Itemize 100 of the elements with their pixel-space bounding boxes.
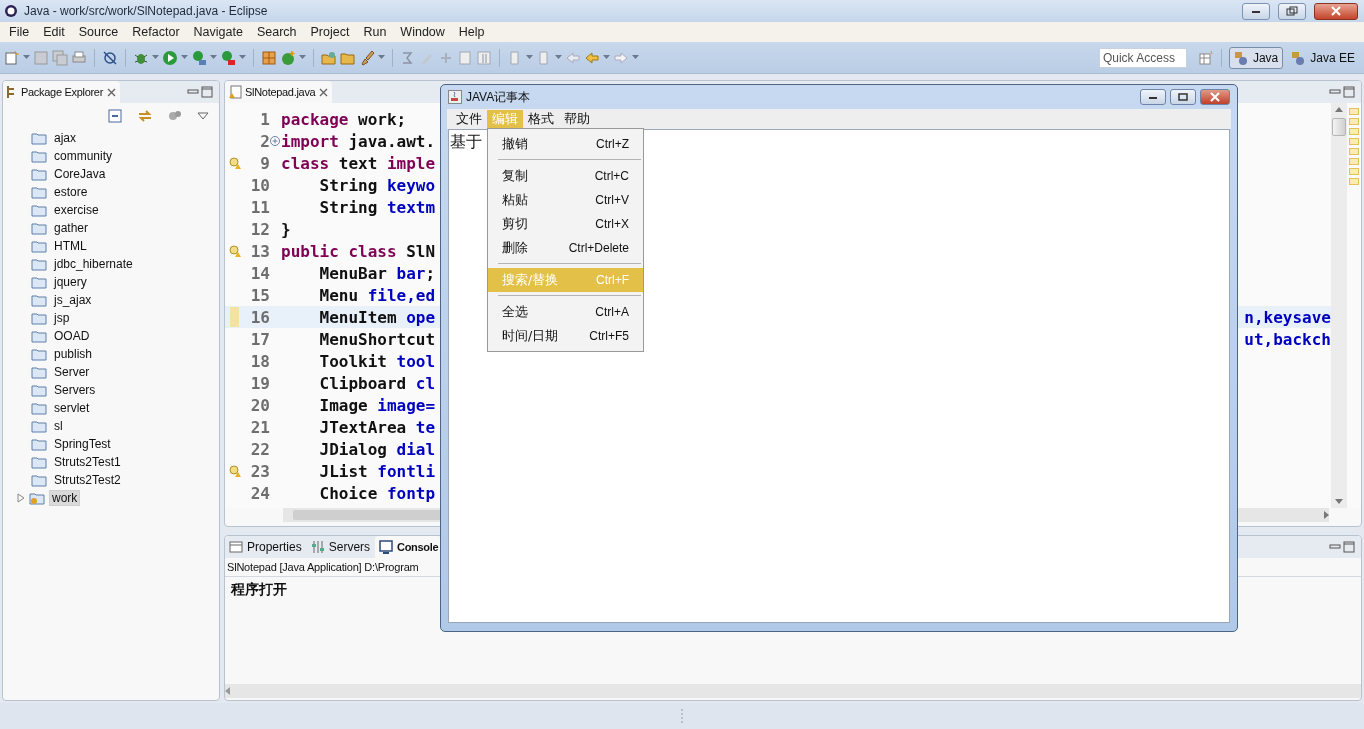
menu-item[interactable]: Window [393, 25, 452, 39]
menu-item[interactable]: 文件 [451, 110, 487, 128]
text-area[interactable]: 基于 撤销 Ctrl+Z 复制 Ctrl+C 粘贴 Ctrl+V 剪切 Ctrl+X 删除 Ctrl+Delete 搜索/替换 Ctrl+F 全选 Ctrl+A 时间/日期 Ctrl+F5 [448, 129, 1230, 623]
vertical-scrollbar[interactable] [1331, 103, 1347, 508]
paragraph-icon[interactable] [476, 49, 492, 66]
tree-item[interactable]: jdbc_hibernate [51, 256, 136, 272]
run-icon[interactable] [162, 49, 178, 66]
new-file-icon[interactable] [4, 49, 20, 66]
dropdown-caret-icon[interactable] [378, 55, 385, 60]
link-with-editor-icon[interactable] [137, 108, 153, 124]
perspective-button[interactable]: Java EE [1286, 46, 1360, 69]
overview-ruler-marker[interactable] [1349, 158, 1359, 165]
overview-ruler-marker[interactable] [1349, 108, 1359, 115]
overview-ruler-marker[interactable] [1349, 138, 1359, 145]
block-icon[interactable] [457, 49, 473, 66]
new-package-icon[interactable] [261, 49, 277, 66]
menu-item[interactable]: Help [451, 25, 492, 39]
maximize-icon[interactable] [1343, 541, 1355, 553]
menu-item[interactable]: 复制 Ctrl+C [488, 164, 643, 188]
quick-access-field[interactable]: Quick Access [1098, 47, 1187, 68]
menu-item[interactable]: File [2, 25, 37, 39]
scrollbar-thumb[interactable] [293, 510, 443, 520]
tree-item[interactable]: community [51, 148, 115, 164]
tree-item[interactable]: ajax [51, 130, 79, 146]
menu-item[interactable]: Project [303, 25, 357, 39]
maximize-icon[interactable] [1343, 86, 1355, 98]
tree-item[interactable]: js_ajax [51, 292, 95, 308]
tree-item[interactable]: SpringTest [51, 436, 114, 452]
menu-item[interactable]: 剪切 Ctrl+X [488, 212, 643, 236]
overview-ruler-marker[interactable] [1349, 128, 1359, 135]
tree-item[interactable]: Struts2Test2 [51, 472, 124, 488]
view-tab[interactable]: Properties [225, 536, 305, 558]
overview-ruler-marker[interactable] [1349, 168, 1359, 175]
dropdown-caret-icon[interactable] [299, 55, 306, 60]
dropdown-caret-icon[interactable] [555, 55, 562, 60]
menu-item[interactable]: 帮助 [559, 110, 595, 128]
maximize-icon[interactable] [201, 86, 213, 98]
menu-item[interactable]: 粘贴 Ctrl+V [488, 188, 643, 212]
tree-item[interactable]: gather [51, 220, 92, 236]
dropdown-caret-icon[interactable] [239, 55, 246, 60]
overview-ruler-marker[interactable] [1349, 118, 1359, 125]
tree-item[interactable]: jquery [51, 274, 90, 290]
tree-item[interactable]: exercise [51, 202, 102, 218]
minimize-icon[interactable] [1329, 87, 1341, 97]
dropdown-caret-icon[interactable] [181, 55, 188, 60]
minimize-icon[interactable] [1329, 542, 1341, 552]
scrollbar-thumb[interactable] [1332, 118, 1346, 136]
tree-item[interactable]: Struts2Test1 [51, 454, 124, 470]
tree-item[interactable]: Server [51, 364, 93, 380]
tree-item[interactable]: HTML [51, 238, 90, 254]
tree-item[interactable]: publish [51, 346, 96, 362]
dropdown-caret-icon[interactable] [210, 55, 217, 60]
menu-item[interactable]: Run [356, 25, 394, 39]
menu-item[interactable]: 撤销 Ctrl+Z [488, 132, 643, 156]
collapse-all-icon[interactable] [107, 108, 123, 124]
close-button[interactable] [1314, 2, 1358, 20]
menu-item[interactable]: 删除 Ctrl+Delete [488, 236, 643, 260]
package-explorer-tab[interactable]: Package Explorer [3, 81, 121, 103]
printer-icon[interactable] [71, 49, 87, 66]
tree-item[interactable]: Servers [51, 382, 99, 398]
dropdown-caret-icon[interactable] [152, 55, 159, 60]
overview-ruler-marker[interactable] [1349, 148, 1359, 155]
dropdown-caret-icon[interactable] [526, 55, 533, 60]
maximize-button[interactable] [1170, 89, 1196, 105]
menu-item[interactable]: Search [249, 25, 304, 39]
minimize-button[interactable] [1242, 2, 1270, 20]
run-coverage-icon[interactable] [191, 49, 207, 66]
tree-item[interactable]: sl [51, 418, 66, 434]
menu-item[interactable]: Source [71, 25, 126, 39]
minimize-icon[interactable] [187, 87, 199, 97]
menu-item[interactable]: 格式 [523, 110, 559, 128]
view-tab[interactable]: Servers [306, 536, 374, 558]
open-type-icon[interactable] [321, 49, 337, 66]
dropdown-caret-icon[interactable] [23, 55, 30, 60]
close-button[interactable] [1200, 89, 1230, 105]
minimize-button[interactable] [1140, 89, 1166, 105]
arrow-left-icon[interactable] [584, 49, 600, 66]
tree-item[interactable]: OOAD [51, 328, 93, 344]
perspective-button[interactable]: Java [1228, 46, 1284, 69]
tree-item[interactable]: estore [51, 184, 91, 200]
restore-button[interactable] [1278, 2, 1306, 20]
open-perspective-icon[interactable] [1197, 49, 1214, 66]
menu-item[interactable]: 全选 Ctrl+A [488, 300, 643, 324]
tree-item[interactable]: servlet [51, 400, 93, 416]
dropdown-caret-icon[interactable] [632, 55, 639, 60]
editor-tab[interactable]: SlNotepad.java [225, 81, 333, 103]
expand-arrow-icon[interactable] [17, 493, 25, 503]
brush-icon[interactable] [359, 49, 375, 66]
horizontal-scrollbar[interactable] [225, 684, 1361, 698]
skip-breakpoints-icon[interactable] [102, 49, 118, 66]
menu-item[interactable]: Edit [36, 25, 72, 39]
tree-item[interactable]: jsp [51, 310, 73, 326]
save-all-icon[interactable] [52, 49, 68, 66]
view-tab[interactable]: Console [375, 536, 442, 558]
menu-item[interactable]: Refactor [125, 25, 187, 39]
expand-fold-icon[interactable] [270, 136, 280, 146]
tree-item[interactable]: work [49, 490, 81, 506]
close-icon[interactable] [106, 86, 118, 98]
new-class-icon[interactable] [280, 49, 296, 66]
close-icon[interactable] [318, 86, 330, 98]
